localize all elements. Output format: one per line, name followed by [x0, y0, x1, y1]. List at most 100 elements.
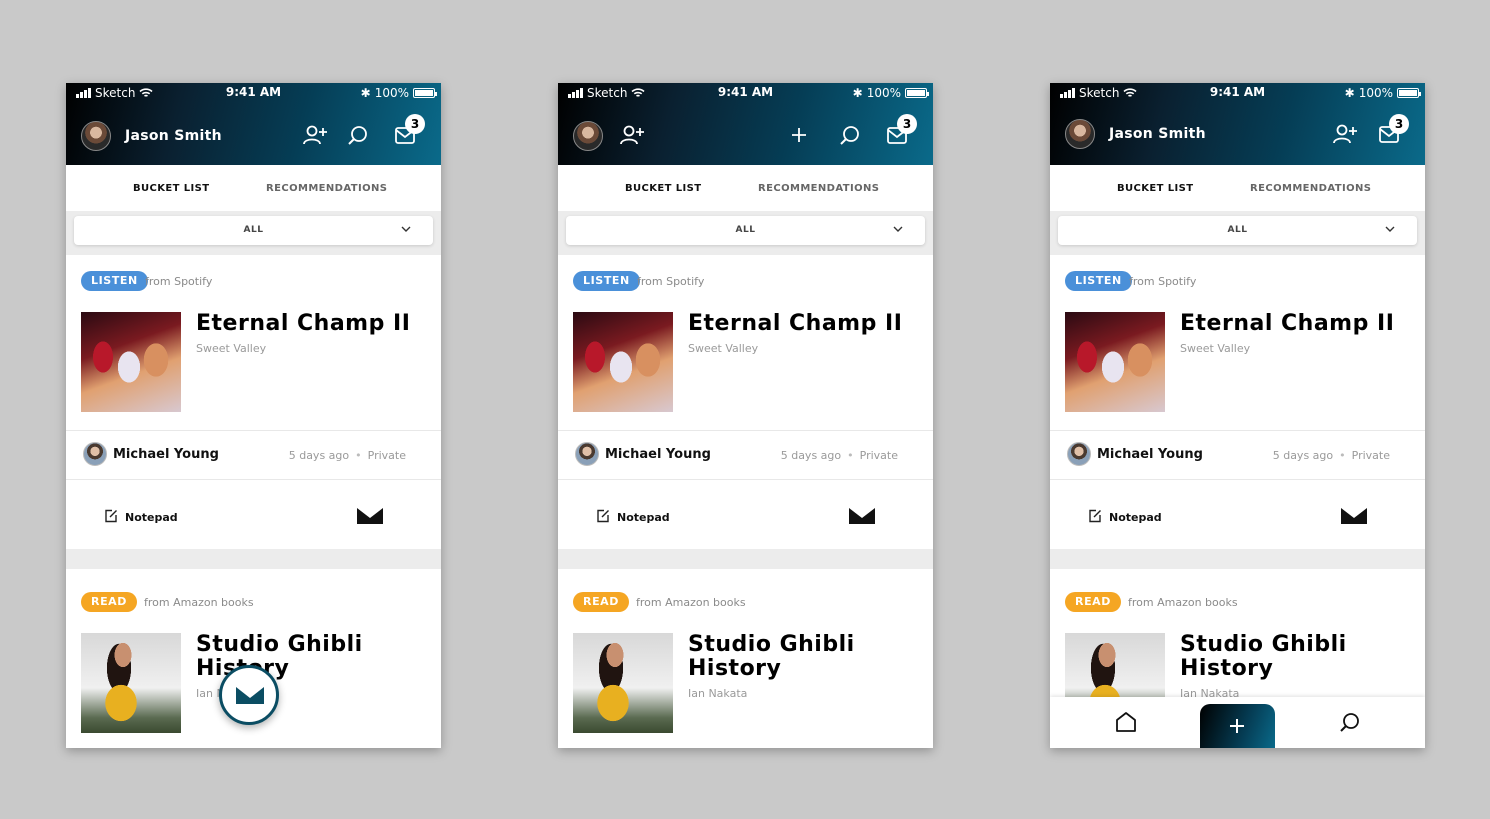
item-visibility: Private: [367, 449, 406, 462]
notepad-label[interactable]: Notepad: [1109, 511, 1162, 524]
item-time: 5 days ago: [288, 449, 350, 462]
bluetooth-icon: ✱: [1344, 86, 1355, 100]
owner-name[interactable]: Michael Young: [1097, 447, 1203, 462]
add-user-icon[interactable]: [1332, 121, 1358, 147]
battery-percent: 100%: [866, 86, 901, 100]
item-meta: 5 days ago • Private: [1272, 449, 1390, 462]
add-user-icon[interactable]: [302, 122, 328, 148]
tab-bar: BUCKET LIST RECOMMENDATIONS: [1050, 165, 1425, 211]
item-title[interactable]: Eternal Champ II: [688, 312, 902, 336]
phone-screen-1: Sketch 9:41 AM ✱ 100% Jason Smith 3 BUCK…: [66, 83, 441, 748]
status-bar: Sketch 9:41 AM ✱ 100%: [1050, 83, 1425, 103]
notepad-label[interactable]: Notepad: [125, 511, 178, 524]
tab-recommendations[interactable]: RECOMMENDATIONS: [266, 183, 387, 194]
item-subtitle: Sweet Valley: [1180, 342, 1251, 355]
tab-bucket-list[interactable]: BUCKET LIST: [625, 183, 701, 194]
m-logo-icon: [236, 687, 264, 704]
user-avatar[interactable]: [81, 121, 111, 151]
item-subtitle: Sweet Valley: [196, 342, 267, 355]
user-avatar[interactable]: [1065, 119, 1095, 149]
item-title[interactable]: Eternal Champ II: [196, 312, 410, 336]
item-source: from Amazon books: [636, 596, 746, 609]
tab-bar: BUCKET LIST RECOMMENDATIONS: [66, 165, 441, 211]
plus-icon[interactable]: [786, 122, 812, 148]
filter-value: ALL: [1227, 225, 1248, 235]
bluetooth-icon: ✱: [852, 86, 863, 100]
filter-value: ALL: [735, 225, 756, 235]
user-avatar[interactable]: [573, 121, 603, 151]
app-header: Sketch 9:41 AM ✱ 100% Jason Smith 3: [66, 83, 441, 165]
notepad-icon[interactable]: [1088, 509, 1102, 523]
item-time: 5 days ago: [780, 449, 842, 462]
item-title[interactable]: Eternal Champ II: [1180, 312, 1394, 336]
item-meta: 5 days ago • Private: [780, 449, 898, 462]
app-header: Sketch 9:41 AM ✱ 100% 3: [558, 83, 933, 165]
album-cover[interactable]: [81, 312, 181, 412]
owner-avatar[interactable]: [83, 442, 107, 466]
item-title[interactable]: Studio GhibliHistory: [196, 633, 363, 681]
book-cover[interactable]: [81, 633, 181, 733]
read-pill: READ: [573, 592, 630, 612]
user-name[interactable]: Jason Smith: [1109, 126, 1206, 142]
filter-dropdown[interactable]: ALL: [566, 216, 925, 245]
notepad-label[interactable]: Notepad: [617, 511, 670, 524]
owner-avatar[interactable]: [575, 442, 599, 466]
battery-icon: [413, 88, 437, 98]
m-logo-icon[interactable]: [1341, 508, 1367, 524]
search-icon[interactable]: [837, 122, 863, 148]
read-pill: READ: [1065, 592, 1122, 612]
item-visibility: Private: [859, 449, 898, 462]
item-title[interactable]: Studio GhibliHistory: [688, 633, 855, 681]
filter-dropdown[interactable]: ALL: [74, 216, 433, 245]
inbox-badge: 3: [897, 114, 917, 134]
album-cover[interactable]: [573, 312, 673, 412]
tab-recommendations[interactable]: RECOMMENDATIONS: [1250, 183, 1371, 194]
m-logo-icon[interactable]: [849, 508, 875, 524]
owner-avatar[interactable]: [1067, 442, 1091, 466]
filter-bar: ALL: [558, 211, 933, 255]
chevron-down-icon: [401, 226, 411, 232]
book-cover[interactable]: [573, 633, 673, 733]
album-cover[interactable]: [1065, 312, 1165, 412]
bottom-nav: [1050, 697, 1425, 748]
tab-bucket-list[interactable]: BUCKET LIST: [1117, 183, 1193, 194]
plus-icon: [1230, 719, 1244, 733]
item-source: from Spotify: [1129, 275, 1197, 288]
phone-screen-3: Sketch 9:41 AM ✱ 100% Jason Smith 3 BUCK…: [1050, 83, 1425, 748]
item-meta: 5 days ago • Private: [288, 449, 406, 462]
tab-bar: BUCKET LIST RECOMMENDATIONS: [558, 165, 933, 211]
inbox-badge: 3: [405, 114, 425, 134]
status-bar: Sketch 9:41 AM ✱ 100%: [558, 83, 933, 103]
floating-logo-button[interactable]: [219, 665, 279, 725]
read-pill: READ: [81, 592, 138, 612]
item-source: from Spotify: [637, 275, 705, 288]
filter-dropdown[interactable]: ALL: [1058, 216, 1417, 245]
item-subtitle: Sweet Valley: [688, 342, 759, 355]
phone-screen-2: Sketch 9:41 AM ✱ 100% 3 BUCKET LIST RECO…: [558, 83, 933, 748]
user-name[interactable]: Jason Smith: [125, 128, 222, 144]
app-header: Sketch 9:41 AM ✱ 100% Jason Smith 3: [1050, 83, 1425, 165]
add-item-button[interactable]: [1200, 704, 1275, 748]
tab-bucket-list[interactable]: BUCKET LIST: [133, 183, 209, 194]
item-source: from Spotify: [145, 275, 213, 288]
add-user-icon[interactable]: [619, 122, 645, 148]
item-subtitle: Ian Nakata: [688, 687, 748, 700]
search-icon[interactable]: [1337, 709, 1363, 735]
owner-name[interactable]: Michael Young: [113, 447, 219, 462]
home-icon[interactable]: [1113, 709, 1139, 735]
item-title[interactable]: Studio GhibliHistory: [1180, 633, 1347, 681]
owner-name[interactable]: Michael Young: [605, 447, 711, 462]
battery-icon: [1397, 88, 1421, 98]
notepad-icon[interactable]: [596, 509, 610, 523]
m-logo-icon[interactable]: [357, 508, 383, 524]
inbox-badge: 3: [1389, 114, 1409, 134]
filter-value: ALL: [243, 225, 264, 235]
tab-recommendations[interactable]: RECOMMENDATIONS: [758, 183, 879, 194]
search-icon[interactable]: [345, 122, 371, 148]
item-visibility: Private: [1351, 449, 1390, 462]
status-bar: Sketch 9:41 AM ✱ 100%: [66, 83, 441, 103]
chevron-down-icon: [1385, 226, 1395, 232]
notepad-icon[interactable]: [104, 509, 118, 523]
filter-bar: ALL: [1050, 211, 1425, 255]
listen-pill: LISTEN: [1065, 271, 1132, 291]
